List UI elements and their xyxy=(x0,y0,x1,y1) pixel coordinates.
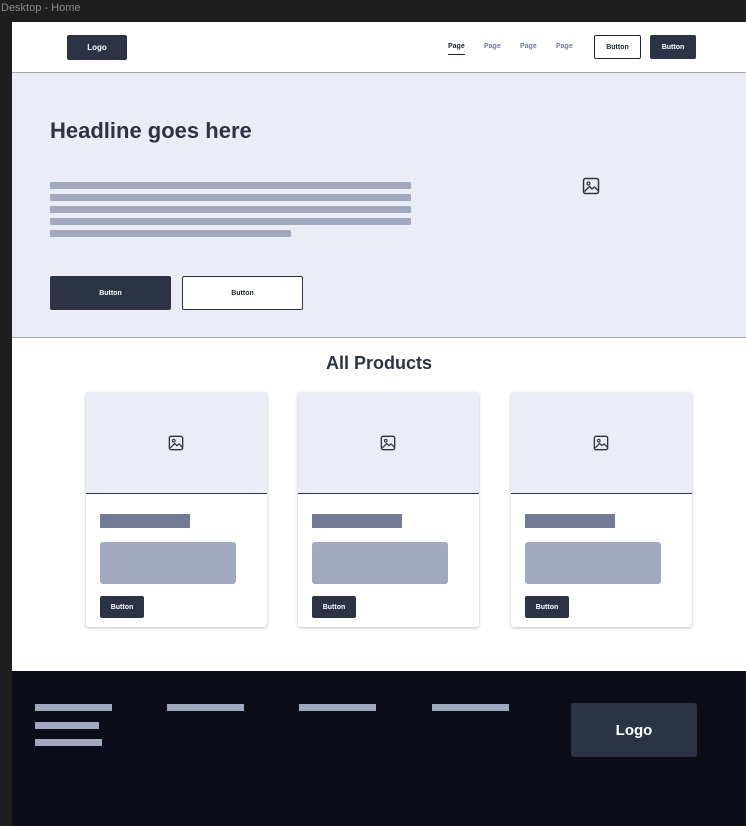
card-text-placeholder xyxy=(525,542,661,584)
products-title: All Products xyxy=(325,353,432,373)
image-icon xyxy=(168,435,184,451)
footer-link-placeholder[interactable] xyxy=(35,704,112,711)
nav-link-page-2[interactable]: Page xyxy=(484,43,501,50)
product-card[interactable]: Button xyxy=(298,392,479,627)
nav-solid-button[interactable]: Button xyxy=(650,35,696,59)
hero-primary-button[interactable]: Button xyxy=(50,276,171,310)
nav-link-page-3[interactable]: Page xyxy=(520,43,537,50)
hero-text-line xyxy=(50,230,291,237)
card-button[interactable]: Button xyxy=(100,596,144,618)
product-card[interactable]: Button xyxy=(86,392,267,627)
card-image xyxy=(86,392,267,494)
footer-link-placeholder[interactable] xyxy=(167,704,244,711)
image-icon xyxy=(582,177,600,195)
hero-text-line xyxy=(50,218,411,225)
image-icon xyxy=(593,435,609,451)
desktop-home-frame: Logo Page Page Page Page Button Button H… xyxy=(12,22,746,826)
footer-link-placeholder[interactable] xyxy=(299,704,376,711)
hero-secondary-button[interactable]: Button xyxy=(182,276,303,310)
top-nav: Logo Page Page Page Page Button Button xyxy=(12,22,746,73)
card-button[interactable]: Button xyxy=(525,596,569,618)
hero-text-line xyxy=(50,182,411,189)
product-card[interactable]: Button xyxy=(511,392,692,627)
card-title-placeholder xyxy=(525,514,615,528)
card-text-placeholder xyxy=(100,542,236,584)
nav-logo[interactable]: Logo xyxy=(67,35,127,60)
card-text-placeholder xyxy=(312,542,448,584)
card-title-placeholder xyxy=(100,514,190,528)
image-icon xyxy=(380,435,396,451)
hero-section: Headline goes here Button Button xyxy=(12,73,746,338)
card-button[interactable]: Button xyxy=(312,596,356,618)
card-image xyxy=(511,392,692,494)
footer: Logo xyxy=(12,671,746,826)
nav-link-page-4[interactable]: Page xyxy=(556,43,573,50)
frame-label: Desktop - Home xyxy=(1,2,81,14)
hero-text-line xyxy=(50,194,411,201)
footer-link-placeholder[interactable] xyxy=(35,722,99,729)
footer-logo[interactable]: Logo xyxy=(571,703,697,757)
card-title-placeholder xyxy=(312,514,402,528)
card-image xyxy=(298,392,479,494)
nav-outline-button[interactable]: Button xyxy=(594,35,641,59)
hero-text-line xyxy=(50,206,411,213)
nav-link-page-1[interactable]: Page xyxy=(448,43,465,55)
hero-headline: Headline goes here xyxy=(50,118,252,143)
footer-link-placeholder[interactable] xyxy=(432,704,509,711)
footer-link-placeholder[interactable] xyxy=(35,739,102,746)
